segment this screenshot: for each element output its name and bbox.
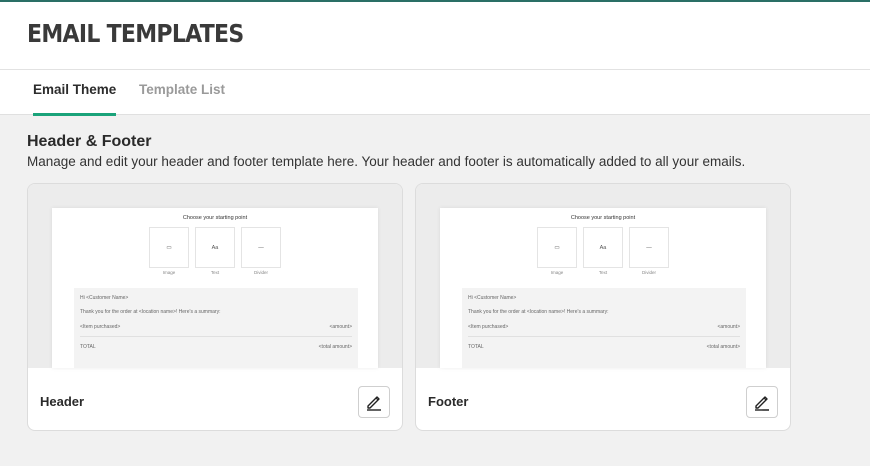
preview-item: <Item purchased> [468, 324, 509, 330]
image-icon: ▭ [537, 227, 577, 268]
card-label: Header [40, 394, 85, 409]
preview-thanks: Thank you for the order at <location nam… [80, 309, 221, 315]
header-preview: Choose your starting point ▭ Aa — Image … [28, 184, 402, 368]
option-label: Image [550, 270, 564, 275]
preview-sheet: Choose your starting point ▭ Aa — Image … [52, 208, 378, 368]
option-label: Divider [253, 270, 268, 275]
option-label: Image [162, 270, 176, 275]
tab-bar: Email Theme Template List [0, 70, 870, 116]
page-header: EMAIL TEMPLATES [0, 2, 870, 70]
page-title: EMAIL TEMPLATES [27, 19, 244, 48]
preview-choose-label: Choose your starting point [182, 215, 248, 221]
edit-header-button[interactable] [358, 386, 390, 418]
option-label: Text [210, 270, 220, 275]
pencil-icon [755, 396, 769, 411]
preview-thanks: Thank you for the order at <location nam… [468, 309, 609, 315]
preview-item: <Item purchased> [80, 324, 121, 330]
preview-greeting: Hi <Customer Name> [468, 295, 517, 301]
section-description: Manage and edit your header and footer t… [27, 154, 746, 169]
tab-template-list[interactable]: Template List [139, 82, 225, 115]
header-template-card: Choose your starting point ▭ Aa — Image … [27, 183, 403, 431]
preview-total-label: TOTAL [468, 344, 484, 350]
preview-choose-label: Choose your starting point [570, 215, 636, 221]
option-label: Divider [641, 270, 656, 275]
preview-divider [468, 336, 740, 337]
image-icon: ▭ [149, 227, 189, 268]
pencil-icon [367, 396, 381, 411]
preview-body: Hi <Customer Name> Thank you for the ord… [74, 288, 358, 368]
preview-body: Hi <Customer Name> Thank you for the ord… [462, 288, 746, 368]
preview-amount: <amount> [329, 324, 352, 330]
preview-amount: <amount> [717, 324, 740, 330]
divider-icon: — [629, 227, 669, 268]
card-label: Footer [428, 394, 469, 409]
preview-total-amount: <total amount> [706, 344, 740, 350]
text-icon: Aa [583, 227, 623, 268]
preview-total-label: TOTAL [80, 344, 96, 350]
preview-total-amount: <total amount> [318, 344, 352, 350]
divider-icon: — [241, 227, 281, 268]
tab-email-theme[interactable]: Email Theme [33, 82, 117, 116]
preview-greeting: Hi <Customer Name> [80, 295, 129, 301]
option-label: Text [598, 270, 608, 275]
section-title: Header & Footer [27, 133, 152, 150]
preview-sheet: Choose your starting point ▭ Aa — Image … [440, 208, 766, 368]
footer-template-card: Choose your starting point ▭ Aa — Image … [415, 183, 791, 431]
footer-preview: Choose your starting point ▭ Aa — Image … [416, 184, 790, 368]
edit-footer-button[interactable] [746, 386, 778, 418]
text-icon: Aa [195, 227, 235, 268]
preview-divider [80, 336, 352, 337]
